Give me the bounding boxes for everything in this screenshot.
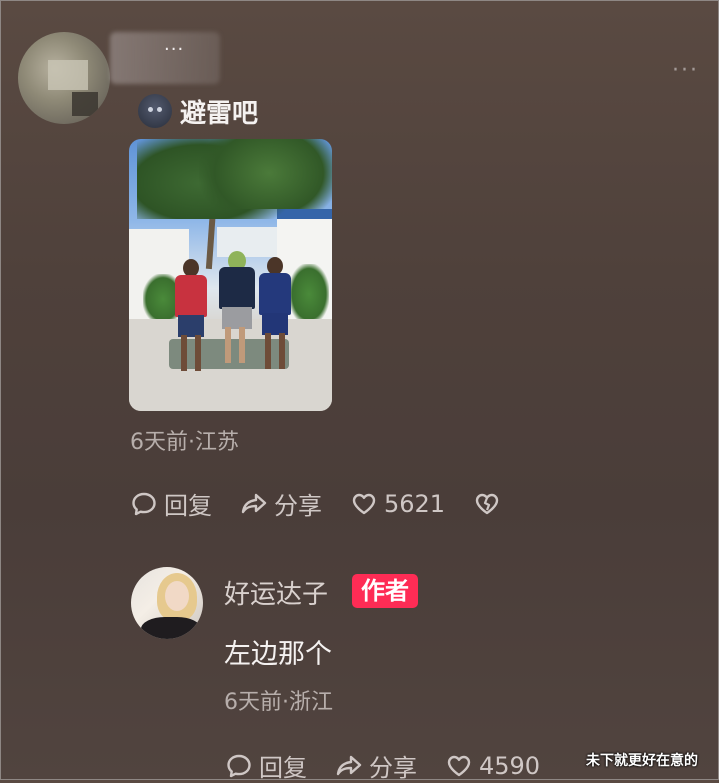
- broken-heart-icon: [475, 493, 499, 514]
- watermark-text: 未下就更好在意的: [586, 753, 698, 769]
- comment-actions: 回复 分享 5621: [130, 486, 529, 521]
- reply-like-button[interactable]: 4590: [445, 752, 540, 780]
- like-button[interactable]: 5621: [350, 490, 445, 518]
- reply-time-location: 6天前·浙江: [224, 690, 333, 715]
- reply-label: 回复: [164, 492, 212, 520]
- author-tag: 作者: [352, 574, 418, 608]
- reply-button[interactable]: 回复: [130, 486, 212, 521]
- reply-reply-button[interactable]: 回复: [225, 748, 307, 783]
- group-avatar-icon: [138, 94, 172, 128]
- screenshot-frame: [0, 0, 719, 780]
- reply-label: 回复: [259, 754, 307, 782]
- reply-author-avatar[interactable]: [131, 567, 203, 639]
- reply-text: 左边那个: [224, 639, 332, 670]
- comment-photo[interactable]: [129, 139, 332, 411]
- comment-time-location: 6天前·江苏: [130, 430, 239, 455]
- share-arrow-icon: [241, 493, 267, 513]
- group-badge[interactable]: 避雷吧: [138, 93, 258, 129]
- like-count: 5621: [384, 489, 446, 518]
- reply-share-button[interactable]: 分享: [335, 748, 417, 783]
- more-options-icon[interactable]: ···: [672, 58, 699, 83]
- dislike-button[interactable]: [473, 490, 501, 518]
- like-count: 4590: [479, 751, 541, 780]
- share-label: 分享: [369, 754, 417, 782]
- heart-icon: [447, 755, 471, 776]
- share-arrow-icon: [336, 755, 362, 775]
- share-label: 分享: [274, 492, 322, 520]
- comment-bubble-icon: [227, 754, 251, 777]
- commenter-avatar[interactable]: [18, 32, 110, 124]
- heart-icon: [352, 493, 376, 514]
- group-badge-label: 避雷吧: [180, 98, 259, 129]
- comment-bubble-icon: [132, 492, 156, 515]
- reply-actions: 回复 分享 4590: [225, 748, 568, 783]
- reply-author-name[interactable]: 好运达子: [224, 574, 328, 611]
- commenter-name[interactable]: ...: [164, 34, 184, 55]
- share-button[interactable]: 分享: [240, 486, 322, 521]
